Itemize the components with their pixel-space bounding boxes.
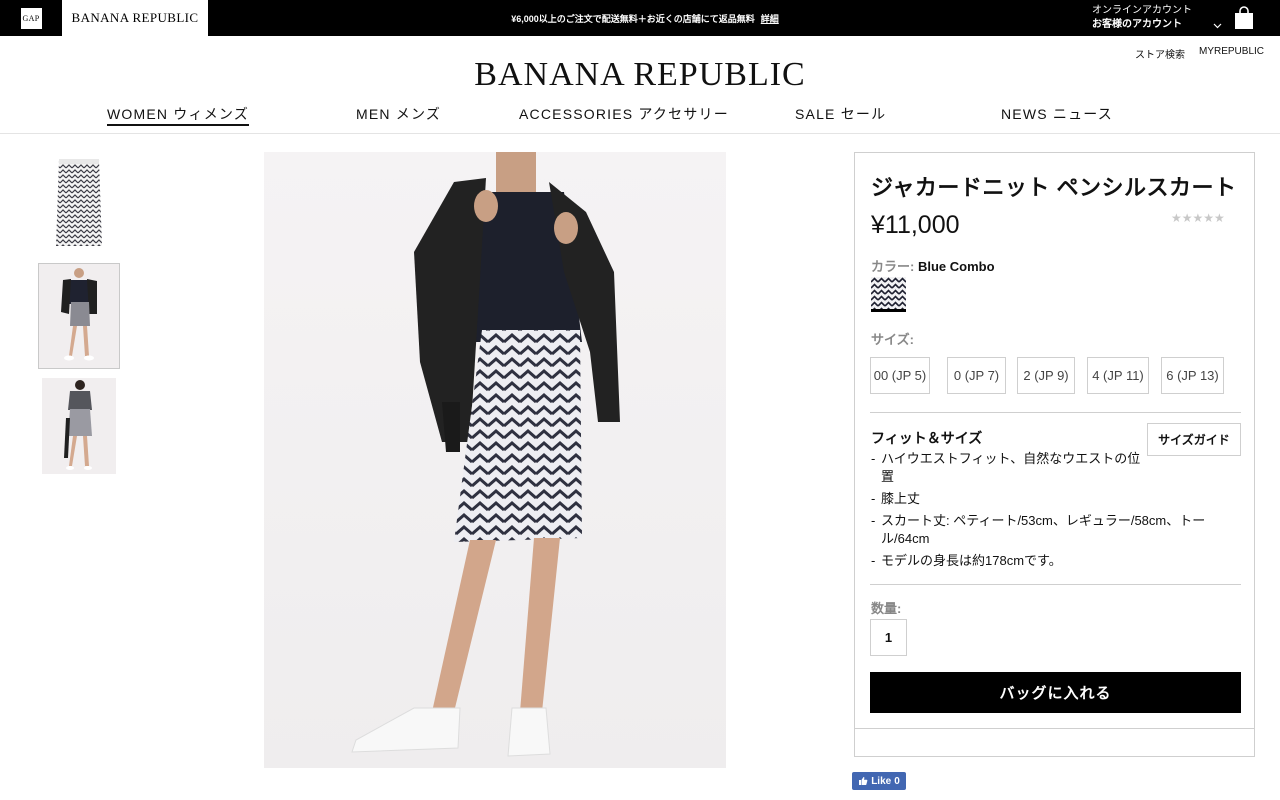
rating-stars[interactable]: ★★★★★ [1171, 211, 1225, 225]
like-label: Like [871, 775, 892, 787]
banana-republic-brand-tab[interactable]: BANANA REPUBLIC [62, 0, 208, 36]
myrepublic-link[interactable]: MYREPUBLIC [1199, 46, 1264, 57]
promo-details-link[interactable]: 詳細 [761, 12, 779, 25]
like-count: 0 [894, 775, 900, 787]
nav-sale[interactable]: SALE セール [795, 104, 886, 126]
divider [855, 728, 1254, 729]
fit-detail-item: スカート丈: ペティート/53cm、レギュラー/58cm、トール/64cm [871, 512, 1243, 548]
swatch-pattern [871, 277, 906, 309]
fit-size-title: フィット＆サイズ [871, 430, 983, 446]
product-name: ジャカードニット ペンシルスカート [871, 175, 1237, 200]
thumbnail-model-front[interactable] [38, 263, 120, 369]
account-menu[interactable]: オンラインアカウント お客様のアカウント [1092, 4, 1222, 32]
shopping-bag-icon[interactable] [1234, 6, 1254, 30]
model-back-thumb-image [42, 378, 116, 474]
model-wearing-skirt-image [351, 152, 620, 757]
store-search-link[interactable]: ストア検索 [1135, 46, 1185, 61]
product-details-panel: ジャカードニット ペンシルスカート ¥11,000 ★★★★★ カラー: Blu… [854, 152, 1255, 757]
account-line2: お客様のアカウント [1092, 19, 1182, 30]
divider [870, 412, 1241, 413]
fit-detail-item: ハイウエストフィット、自然なウエストの位置 [871, 450, 1141, 486]
top-bar: GAP BANANA REPUBLIC ¥6,000以上のご注文で配送無料＋お近… [0, 0, 1280, 36]
facebook-like-button[interactable]: Like 0 [852, 772, 906, 790]
size-option-6[interactable]: 6 (JP 13) [1161, 357, 1224, 394]
quantity-label: 数量: [871, 601, 902, 616]
model-front-thumb-image [39, 264, 119, 368]
brand-logo[interactable]: BANANA REPUBLIC [440, 56, 840, 94]
size-option-00[interactable]: 00 (JP 5) [870, 357, 930, 394]
main-product-image[interactable] [264, 152, 726, 768]
gap-logo: GAP [20, 7, 42, 29]
size-option-4[interactable]: 4 (JP 11) [1087, 357, 1149, 394]
add-to-bag-button[interactable]: バッグに入れる [870, 672, 1241, 713]
thumbnail-model-back[interactable] [42, 378, 116, 474]
product-price: ¥11,000 [871, 211, 960, 239]
nav-divider [0, 133, 1280, 134]
gap-brand-tab[interactable]: GAP [0, 0, 62, 36]
nav-news[interactable]: NEWS ニュース [1001, 104, 1113, 126]
nav-women[interactable]: WOMEN ウィメンズ [107, 104, 250, 126]
fit-detail-item: モデルの身長は約178cmです。 [871, 552, 1243, 570]
fit-detail-item: 膝上丈 [871, 490, 1243, 508]
size-option-0[interactable]: 0 (JP 7) [947, 357, 1006, 394]
thumbnail-skirt-flat[interactable] [42, 154, 116, 250]
color-value: Blue Combo [917, 259, 995, 274]
skirt-flat-image [56, 159, 102, 246]
promo-text: ¥6,000以上のご注文で配送無料＋お近くの店舗にて返品無料 [511, 13, 755, 24]
color-line: カラー: Blue Combo [871, 256, 995, 275]
nav-accessories[interactable]: ACCESSORIES アクセサリー [519, 104, 729, 126]
thumbs-up-icon [859, 777, 868, 785]
size-option-2[interactable]: 2 (JP 9) [1017, 357, 1075, 394]
divider [870, 584, 1241, 585]
color-label: カラー: [871, 259, 915, 274]
chevron-down-icon [1213, 23, 1222, 29]
account-line1: オンラインアカウント [1092, 5, 1192, 16]
color-swatch-blue-combo[interactable] [871, 277, 906, 312]
size-label: サイズ: [871, 332, 914, 347]
promo-banner: ¥6,000以上のご注文で配送無料＋お近くの店舗にて返品無料 詳細 [430, 0, 860, 36]
main-nav: WOMEN ウィメンズ MEN メンズ ACCESSORIES アクセサリー S… [0, 104, 1280, 134]
fit-details-list: ハイウエストフィット、自然なウエストの位置 膝上丈 スカート丈: ペティート/5… [871, 450, 1243, 574]
quantity-field[interactable]: 1 [870, 619, 907, 656]
nav-men[interactable]: MEN メンズ [356, 104, 441, 126]
